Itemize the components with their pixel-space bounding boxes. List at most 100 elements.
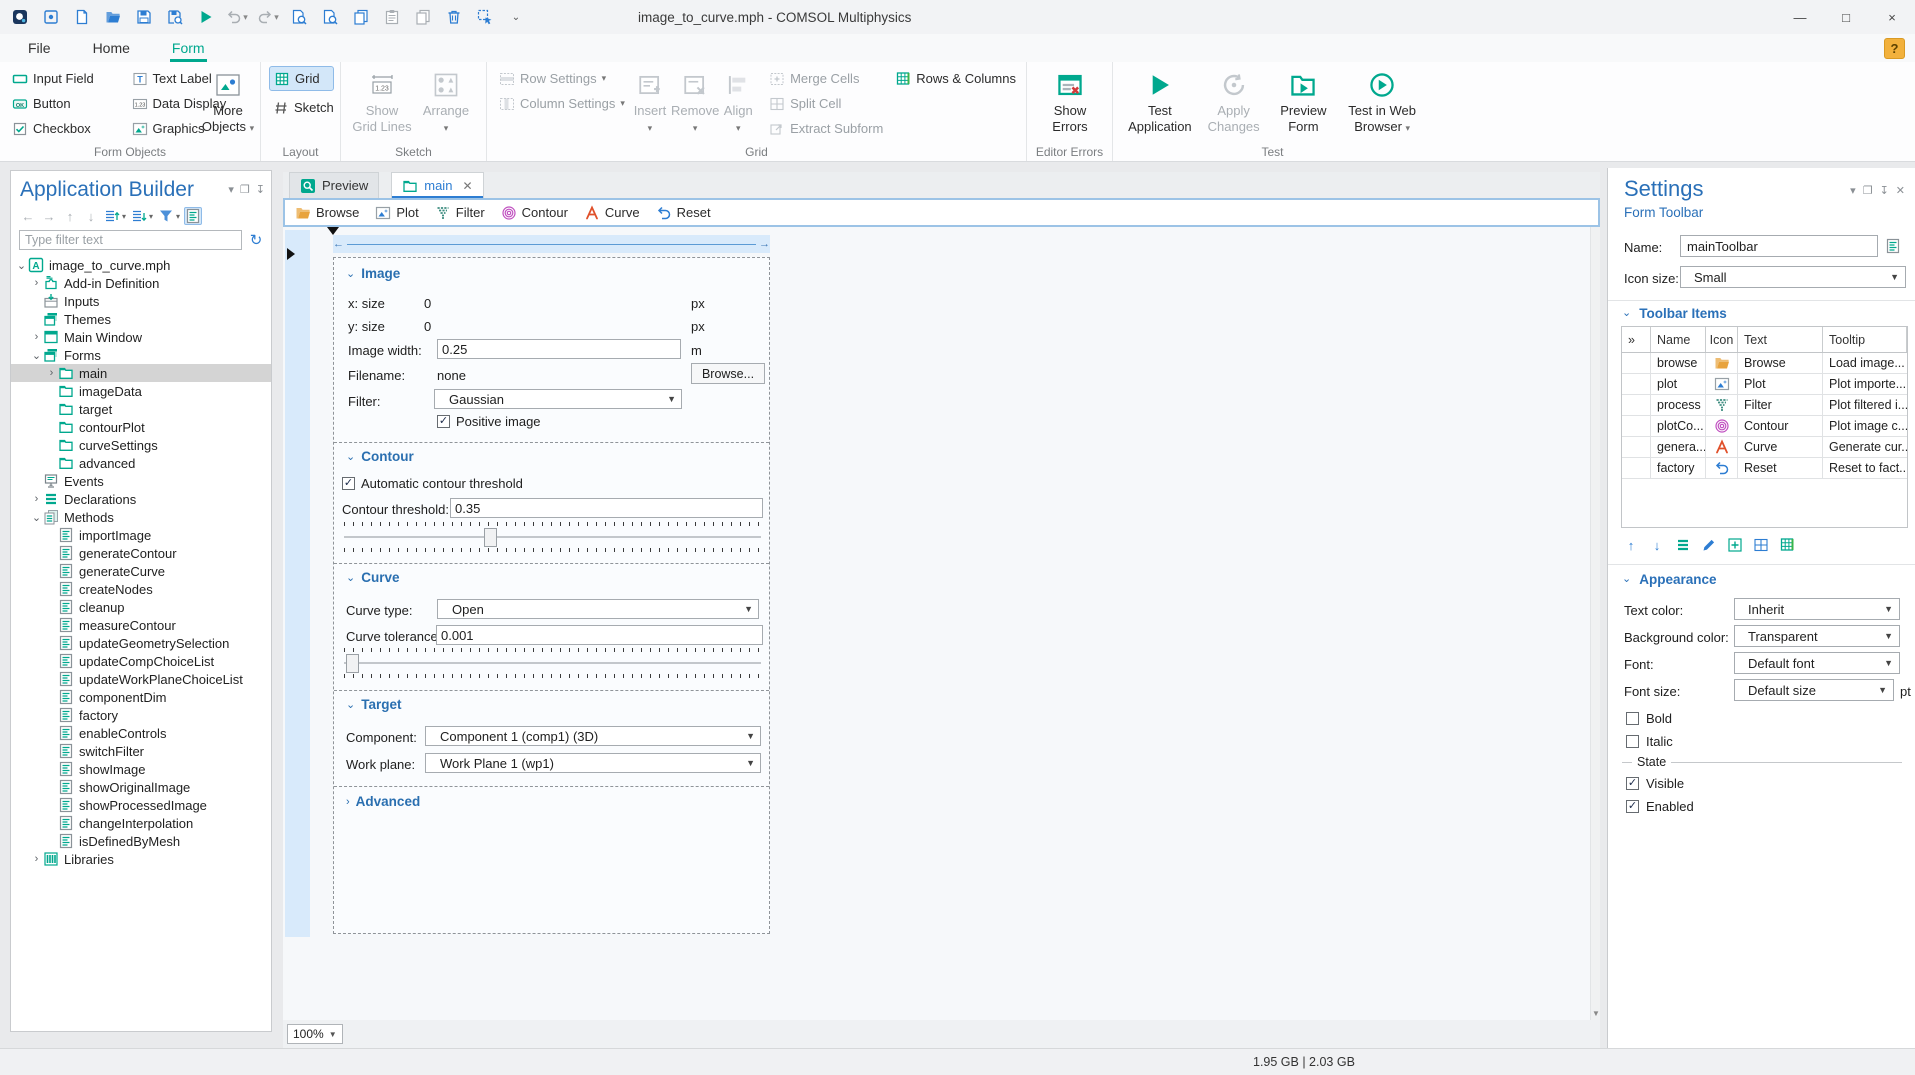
close-panel-icon[interactable]: ✕ <box>1896 184 1905 197</box>
tree-item-image_to_curve.mph[interactable]: ⌄ image_to_curve.mph <box>11 256 271 274</box>
filter-tree-icon[interactable] <box>157 207 175 225</box>
curve-type-dropdown[interactable]: Open ▼ <box>437 599 759 619</box>
column-width-guide[interactable]: ← → <box>333 235 770 253</box>
maximize-button[interactable]: □ <box>1823 0 1869 34</box>
customize-quick-access-icon[interactable]: ⌄ <box>504 5 528 29</box>
name-input[interactable] <box>1680 235 1878 257</box>
panel-menu-icon[interactable]: ▾ <box>1850 184 1856 197</box>
arrange-button[interactable]: Arrange ▾ <box>415 66 477 146</box>
work-plane-dropdown[interactable]: Work Plane 1 (wp1) ▼ <box>425 753 761 773</box>
item-move-up-icon[interactable]: ↑ <box>1622 536 1640 554</box>
back-icon[interactable]: ← <box>19 207 37 225</box>
tree-item-generateContour[interactable]: generateContour <box>11 544 271 562</box>
row-settings-button[interactable]: Row Settings ▾ <box>495 66 629 91</box>
section-header-target[interactable]: ⌄ Target <box>346 697 401 712</box>
grid-mode-button[interactable]: Grid <box>269 66 334 91</box>
filter-dropdown[interactable]: Gaussian ▼ <box>434 389 682 409</box>
italic-checkbox[interactable]: Italic <box>1626 734 1673 749</box>
chevron-down-icon[interactable]: ⌄ <box>15 259 28 272</box>
show-grid-lines-button[interactable]: Show Grid Lines <box>349 66 415 146</box>
add-menu-item-icon[interactable] <box>1778 536 1796 554</box>
edit-item-icon[interactable] <box>1700 536 1718 554</box>
tree-item-updateWorkPlaneChoiceList[interactable]: updateWorkPlaneChoiceList <box>11 670 271 688</box>
browse-file-button[interactable]: Browse... <box>691 363 765 384</box>
appearance-section-header[interactable]: ⌄ Appearance <box>1622 572 1717 587</box>
column-header-text[interactable]: Text <box>1738 327 1823 352</box>
contour-threshold-input[interactable] <box>450 498 763 518</box>
redo-icon[interactable]: ▾ <box>256 5 280 29</box>
tree-item-showImage[interactable]: showImage <box>11 760 271 778</box>
preview-form-button[interactable]: Preview Form <box>1269 66 1339 146</box>
tree-item-Main Window[interactable]: › Main Window <box>11 328 271 346</box>
tree-item-Libraries[interactable]: › Libraries <box>11 850 271 868</box>
visible-checkbox[interactable]: ✓ Visible <box>1626 776 1684 791</box>
tree-item-factory[interactable]: factory <box>11 706 271 724</box>
chevron-right-icon[interactable]: › <box>45 367 58 379</box>
tree-item-Inputs[interactable]: Inputs <box>11 292 271 310</box>
save-icon[interactable] <box>132 5 156 29</box>
save-as-icon[interactable] <box>163 5 187 29</box>
component-dropdown[interactable]: Component 1 (comp1) (3D) ▼ <box>425 726 761 746</box>
reset-toolbar-button[interactable]: Reset <box>656 205 711 221</box>
tree-item-importImage[interactable]: importImage <box>11 526 271 544</box>
close-tab-icon[interactable]: ✕ <box>462 179 472 193</box>
filter-toolbar-button[interactable]: Filter <box>435 205 485 221</box>
section-header-image[interactable]: ⌄ Image <box>346 266 400 281</box>
tree-item-Forms[interactable]: ⌄ Forms <box>11 346 271 364</box>
chevron-down-icon[interactable]: ⌄ <box>30 511 43 524</box>
icon-size-dropdown[interactable]: Small ▼ <box>1680 266 1906 288</box>
slider-thumb[interactable] <box>346 654 360 673</box>
curve-tolerance-input[interactable] <box>436 625 763 645</box>
toolbar-item-row-reset[interactable]: factory Reset Reset to fact... <box>1622 458 1907 479</box>
panel-menu-icon[interactable]: ▾ <box>228 183 234 196</box>
tree-item-Declarations[interactable]: › Declarations <box>11 490 271 508</box>
contour-threshold-slider[interactable] <box>344 520 761 554</box>
run-application-icon[interactable] <box>194 5 218 29</box>
toolbar-items-table[interactable]: » Name Icon Text Tooltip browse Browse Load ima… <box>1621 326 1908 528</box>
tree-item-createNodes[interactable]: createNodes <box>11 580 271 598</box>
remove-button[interactable]: Remove ▾ <box>671 66 719 146</box>
minimize-button[interactable]: — <box>1777 0 1823 34</box>
input-field-button[interactable]: Input Field <box>8 66 122 91</box>
copy-icon[interactable] <box>349 5 373 29</box>
form-toolbar[interactable]: Browse Plot Filter Contour Curve Reset <box>283 198 1600 227</box>
tree-item-measureContour[interactable]: measureContour <box>11 616 271 634</box>
item-move-down-icon[interactable]: ↓ <box>1648 536 1666 554</box>
rows-columns-button[interactable]: Rows & Columns <box>891 66 1020 91</box>
close-button[interactable]: × <box>1869 0 1915 34</box>
chevron-right-icon[interactable]: › <box>30 853 43 865</box>
column-header-tooltip[interactable]: Tooltip <box>1823 327 1907 352</box>
section-header-advanced[interactable]: › Advanced <box>346 794 420 809</box>
sketch-mode-button[interactable]: Sketch <box>269 95 334 120</box>
form-grid[interactable]: ⌄ Image x: size 0 px y: size 0 px Image w… <box>333 257 770 934</box>
delete-icon[interactable] <box>442 5 466 29</box>
tree-item-Add-in Definition[interactable]: › Add-in Definition <box>11 274 271 292</box>
tree-item-advanced[interactable]: advanced <box>11 454 271 472</box>
add-item-icon[interactable] <box>1726 536 1744 554</box>
tab-file[interactable]: File <box>14 36 65 60</box>
automatic-contour-threshold-checkbox[interactable]: ✓ Automatic contour threshold <box>342 476 523 491</box>
font-size-dropdown[interactable]: Default size ▼ <box>1734 679 1894 701</box>
tree-item-enableControls[interactable]: enableControls <box>11 724 271 742</box>
expand-columns-icon[interactable]: » <box>1622 327 1651 352</box>
slider-thumb[interactable] <box>483 528 497 547</box>
forward-icon[interactable]: → <box>40 207 58 225</box>
duplicate-icon[interactable] <box>411 5 435 29</box>
browse-toolbar-button[interactable]: Browse <box>295 205 359 221</box>
column-header-icon[interactable]: Icon <box>1706 327 1738 352</box>
merge-cells-button[interactable]: Merge Cells <box>765 66 887 91</box>
move-up-icon[interactable]: ↑ <box>61 207 79 225</box>
column-header-name[interactable]: Name <box>1651 327 1706 352</box>
positive-image-checkbox[interactable]: ✓ Positive image <box>437 414 541 429</box>
pin-panel-icon[interactable]: ↧ <box>256 183 265 196</box>
float-panel-icon[interactable]: ❐ <box>1863 184 1873 197</box>
tree-filter-input[interactable] <box>19 230 242 250</box>
float-panel-icon[interactable]: ❐ <box>240 183 250 196</box>
tree-item-Events[interactable]: Events <box>11 472 271 490</box>
tree-item-isDefinedByMesh[interactable]: isDefinedByMesh <box>11 832 271 850</box>
find-in-document-icon[interactable] <box>318 5 342 29</box>
add-toggle-item-icon[interactable] <box>1752 536 1770 554</box>
toolbar-item-row-contour[interactable]: plotCo... Contour Plot image c... <box>1622 416 1907 437</box>
tab-home[interactable]: Home <box>79 36 144 60</box>
toolbar-item-row-curve[interactable]: genera... Curve Generate cur... <box>1622 437 1907 458</box>
